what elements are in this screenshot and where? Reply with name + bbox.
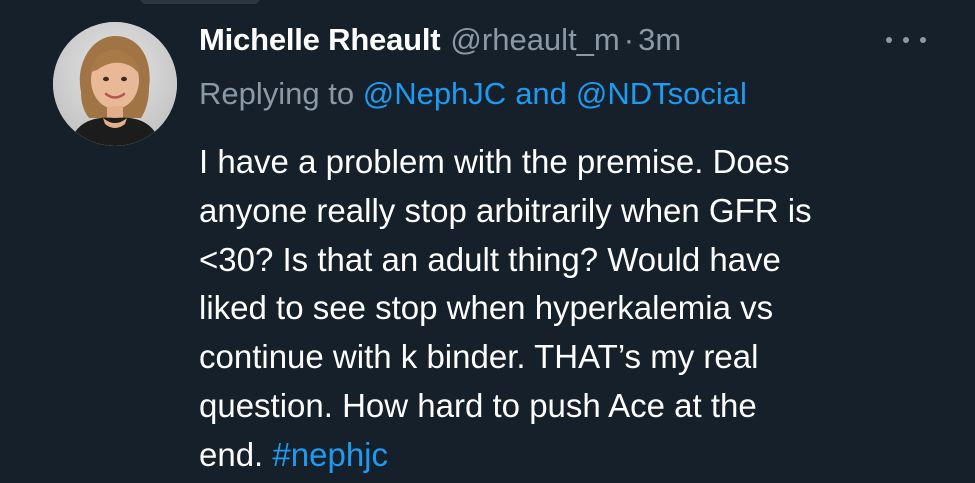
more-dots-icon <box>920 37 926 43</box>
cropped-text-fragment <box>140 0 260 4</box>
more-dots-icon <box>886 37 892 43</box>
tweet-body: I have a problem with the premise. Does … <box>199 138 959 480</box>
tweet-text-line: I have a problem with the premise. Does <box>199 143 790 180</box>
previous-tweet-fragment <box>0 0 975 6</box>
tweet-header: Michelle Rheault @rheault_m · 3m <box>199 18 681 62</box>
author-handle[interactable]: @rheault_m <box>450 22 619 58</box>
mention-link-ndtsocial[interactable]: @NDTsocial <box>576 76 747 112</box>
author-display-name[interactable]: Michelle Rheault <box>199 22 441 58</box>
hashtag-link[interactable]: #nephjc <box>272 436 388 473</box>
tweet-text-fragment: end. <box>199 435 264 473</box>
replying-to: Replying to @NephJC and @NDTsocial <box>199 72 747 116</box>
mention-link-nephjc[interactable]: @NephJC <box>363 76 506 112</box>
replying-to-conjunction: and <box>515 76 567 111</box>
avatar[interactable] <box>53 22 177 146</box>
replying-to-label: Replying to <box>199 76 355 111</box>
tweet-text-last-line: end. #nephjc <box>199 431 959 480</box>
avatar-photo <box>53 22 177 146</box>
tweet-text-line: anyone really stop arbitrarily when GFR … <box>199 191 812 229</box>
tweet-text-line: question. How hard to push Ace at the <box>199 386 757 424</box>
header-separator: · <box>623 22 635 57</box>
tweet-text-line: liked to see stop when hyperkalemia vs <box>199 289 774 327</box>
tweet-timestamp[interactable]: 3m <box>638 22 681 58</box>
tweet-text-line: <30? Is that an adult thing? Would have <box>199 240 781 278</box>
more-dots-icon <box>903 37 909 43</box>
more-options-button[interactable] <box>886 30 926 50</box>
tweet-text-line: continue with k binder. THAT’s my real <box>199 338 759 376</box>
